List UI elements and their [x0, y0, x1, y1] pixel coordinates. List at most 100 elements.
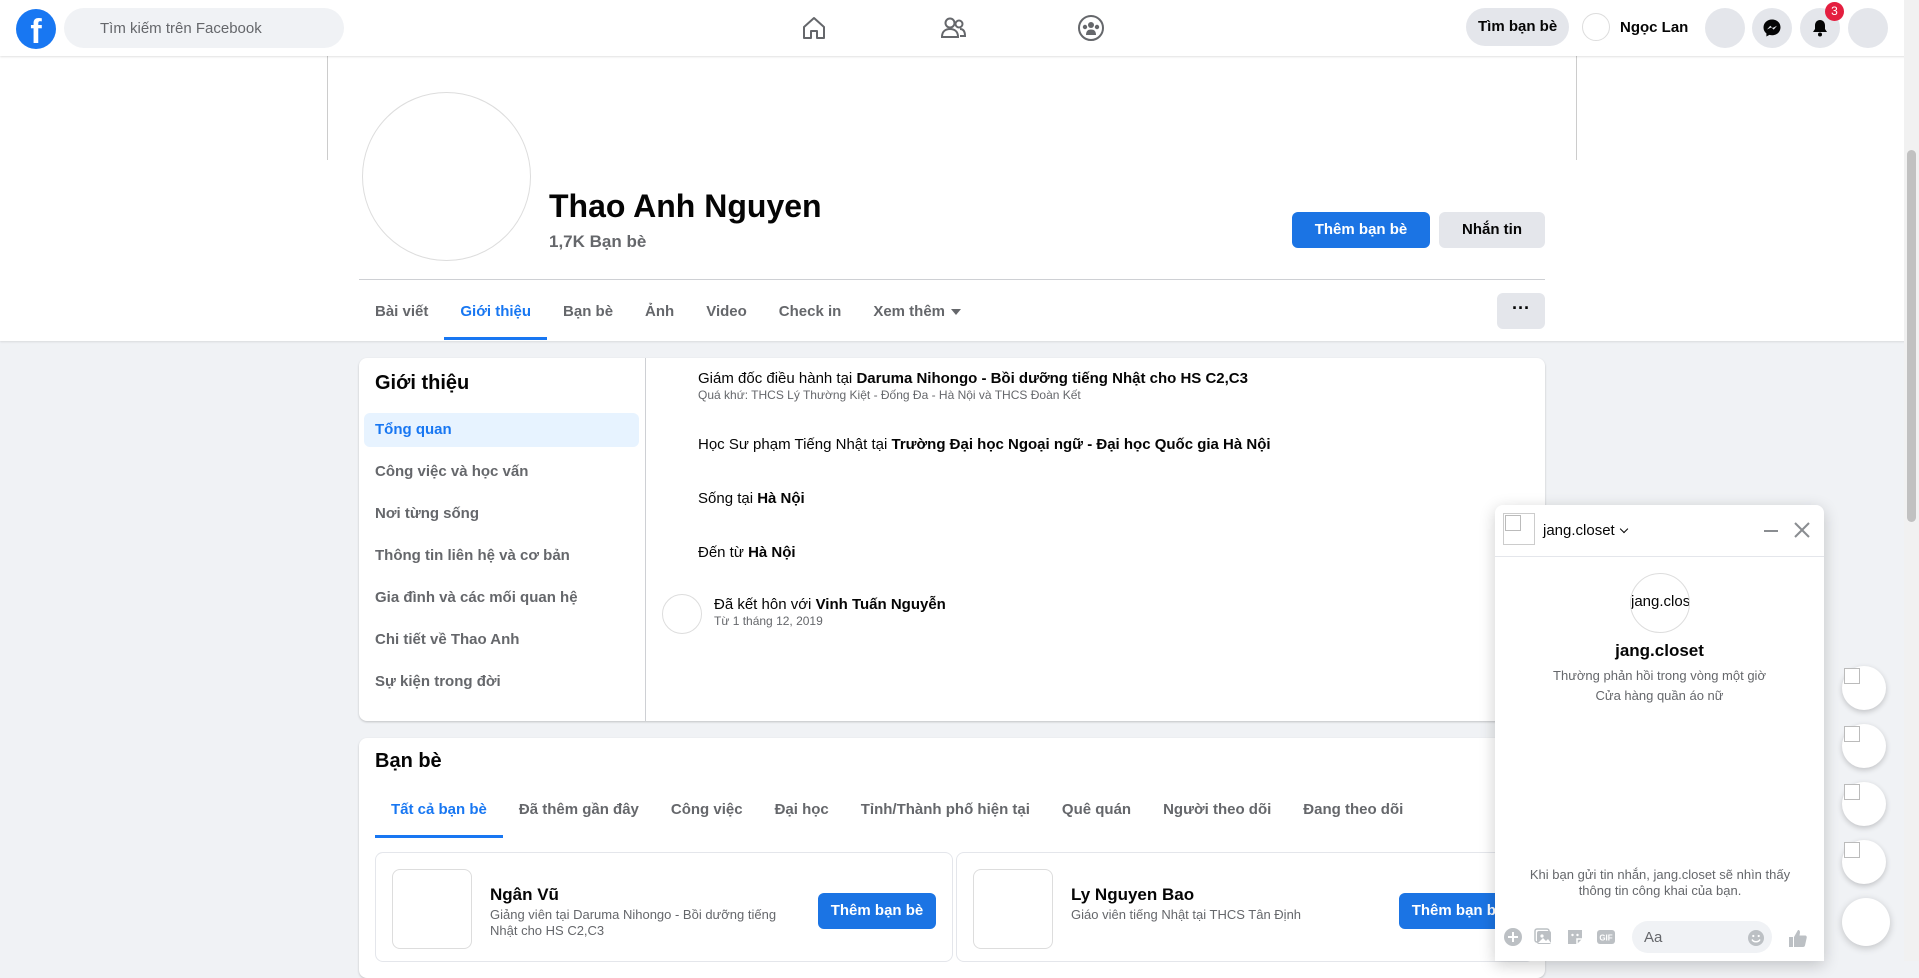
plus-circle-icon[interactable] — [1503, 927, 1523, 947]
thumbs-up-icon[interactable] — [1787, 927, 1809, 949]
chat-head-bubble[interactable] — [1842, 840, 1886, 884]
friends-tab-hometown[interactable]: Quê quán — [1046, 794, 1147, 838]
friends-tab-recent[interactable]: Đã thêm gần đây — [503, 794, 655, 838]
add-friend-button[interactable]: Thêm bạn bè — [818, 893, 936, 929]
tab-about[interactable]: Giới thiệu — [444, 288, 547, 340]
gif-icon[interactable]: GIF — [1596, 927, 1616, 947]
chat-composer: GIF — [1495, 913, 1824, 961]
profile-tabs: Bài viết Giới thiệu Bạn bè Ảnh Video Che… — [359, 288, 977, 340]
emoji-icon[interactable] — [1747, 929, 1765, 947]
profile-shortcut[interactable]: Ngọc Lan — [1576, 8, 1700, 46]
chat-contact-name[interactable]: jang.closet — [1543, 522, 1628, 539]
intro-menu-contact-info[interactable]: Thông tin liên hệ và cơ bản — [364, 539, 639, 573]
friends-tabs: Tất cả bạn bè Đã thêm gần đây Công việc … — [375, 794, 1419, 838]
profile-picture[interactable] — [362, 92, 531, 261]
current-city-link[interactable]: Hà Nội — [757, 490, 805, 507]
new-message-button[interactable] — [1842, 898, 1890, 946]
close-icon[interactable] — [1789, 517, 1815, 543]
friend-photo[interactable] — [973, 869, 1053, 949]
chat-response-time: Thường phản hồi trong vòng một giờ — [1553, 668, 1766, 683]
friends-count-link[interactable]: 1,7K Bạn bè — [549, 232, 646, 252]
intro-menu-places-lived[interactable]: Nơi từng sống — [364, 497, 639, 531]
married-since: Từ 1 tháng 12, 2019 — [714, 614, 823, 628]
work-prefix: Giám đốc điều hành tại — [698, 370, 857, 387]
find-friends-button[interactable]: Tìm bạn bè — [1466, 8, 1570, 46]
account-button[interactable] — [1848, 8, 1888, 48]
more-options-button[interactable]: ··· — [1497, 293, 1545, 329]
intro-menu-overview[interactable]: Tổng quan — [364, 413, 639, 447]
hometown-row: Đến từ Hà Nội — [698, 544, 796, 561]
minimize-icon[interactable] — [1759, 519, 1783, 543]
intro-title: Giới thiệu — [375, 372, 470, 394]
friends-tab-followers[interactable]: Người theo dõi — [1147, 794, 1287, 838]
notifications-button[interactable]: 3 — [1800, 2, 1844, 48]
friends-tab-college[interactable]: Đại học — [759, 794, 845, 838]
divider — [359, 279, 1545, 280]
messenger-icon — [1763, 19, 1781, 37]
friend-name[interactable]: Ly Nguyen Bao — [1071, 885, 1194, 905]
tab-checkins[interactable]: Check in — [763, 288, 858, 340]
menu-button[interactable] — [1705, 8, 1745, 48]
work-place-link[interactable]: Daruma Nihongo - Bồi dưỡng tiếng Nhật ch… — [856, 370, 1248, 387]
messenger-button[interactable] — [1752, 8, 1792, 48]
tab-more[interactable]: Xem thêm — [857, 288, 977, 340]
chat-avatar[interactable] — [1503, 513, 1535, 545]
chat-profile-avatar[interactable]: jang.clos — [1630, 573, 1690, 633]
caret-down-icon — [951, 309, 962, 316]
chat-window: jang.closet jang.clos jang.closet Thường… — [1495, 505, 1824, 961]
lives-prefix: Sống tại — [698, 490, 758, 507]
groups-icon — [1078, 15, 1104, 41]
chat-head-bubble[interactable] — [1842, 724, 1886, 768]
study-prefix: Học Sư phạm Tiếng Nhật tại — [698, 436, 892, 453]
intro-menu-details[interactable]: Chi tiết về Thao Anh — [364, 623, 639, 657]
chat-head-bubble[interactable] — [1842, 666, 1886, 710]
intro-menu-family[interactable]: Gia đình và các mối quan hệ — [364, 581, 639, 615]
friends-tab-all[interactable]: Tất cả bạn bè — [375, 794, 503, 838]
friend-description: Giáo viên tiếng Nhật tại THCS Tân Định — [1071, 907, 1302, 922]
from-prefix: Đến từ — [698, 544, 749, 561]
bell-icon — [1813, 20, 1827, 37]
friends-tab-work[interactable]: Công việc — [655, 794, 759, 838]
tab-friends[interactable]: Bạn bè — [547, 288, 629, 340]
friends-icon — [940, 17, 967, 38]
profile-name: Thao Anh Nguyen — [549, 188, 822, 224]
user-name: Ngọc Lan — [1620, 18, 1689, 36]
notification-badge: 3 — [1825, 2, 1844, 21]
friend-photo[interactable] — [392, 869, 472, 949]
friends-tab-following[interactable]: Đang theo dõi — [1287, 794, 1419, 838]
chat-head-bubble[interactable] — [1842, 782, 1886, 826]
friends-tab-current-city[interactable]: Tỉnh/Thành phố hiện tại — [845, 794, 1046, 838]
current-city-row: Sống tại Hà Nội — [698, 490, 805, 507]
facebook-logo[interactable]: f — [16, 9, 56, 49]
tab-videos[interactable]: Video — [690, 288, 763, 340]
intro-menu-life-events[interactable]: Sự kiện trong đời — [364, 665, 639, 699]
photo-icon[interactable] — [1534, 927, 1554, 947]
intro-menu-work-education[interactable]: Công việc và học vấn — [364, 455, 639, 489]
tab-more-label: Xem thêm — [873, 303, 946, 320]
chat-category: Cửa hàng quần áo nữ — [1595, 688, 1724, 703]
spouse-avatar[interactable] — [662, 594, 702, 634]
friend-card: Ngân Vũ Giảng viên tại Daruma Nihongo - … — [375, 852, 953, 962]
search-input[interactable] — [64, 8, 344, 48]
nav-friends[interactable] — [897, 8, 1009, 48]
school-link[interactable]: Trường Đại học Ngoại ngữ - Đại học Quốc … — [891, 436, 1270, 453]
sticker-icon[interactable] — [1565, 927, 1585, 947]
home-icon — [803, 17, 825, 39]
hometown-link[interactable]: Hà Nội — [748, 544, 796, 561]
nav-groups[interactable] — [1035, 8, 1147, 48]
chat-header: jang.closet — [1495, 505, 1824, 557]
chat-page-name: jang.closet — [1615, 641, 1704, 660]
tab-photos[interactable]: Ảnh — [629, 288, 690, 340]
education-row: Học Sư phạm Tiếng Nhật tại Trường Đại họ… — [698, 436, 1271, 453]
scrollbar-thumb[interactable] — [1907, 150, 1916, 522]
nav-home[interactable] — [758, 8, 870, 48]
spouse-link[interactable]: Vinh Tuấn Nguyễn — [816, 596, 946, 613]
friend-name[interactable]: Ngân Vũ — [490, 885, 559, 905]
add-friend-button[interactable]: Thêm bạn bè — [1292, 212, 1430, 248]
friends-title: Bạn bè — [375, 750, 442, 772]
tab-posts[interactable]: Bài viết — [359, 288, 444, 340]
work-past: Quá khứ: THCS Lý Thường Kiệt - Đống Đa -… — [698, 388, 1081, 402]
chat-privacy-notice: Khi bạn gửi tin nhắn, jang.closet sẽ nhì… — [1529, 867, 1791, 898]
message-button[interactable]: Nhắn tin — [1439, 212, 1545, 248]
friends-card: Bạn bè Tất cả bạn bè Đã thêm gần đây Côn… — [359, 738, 1545, 978]
